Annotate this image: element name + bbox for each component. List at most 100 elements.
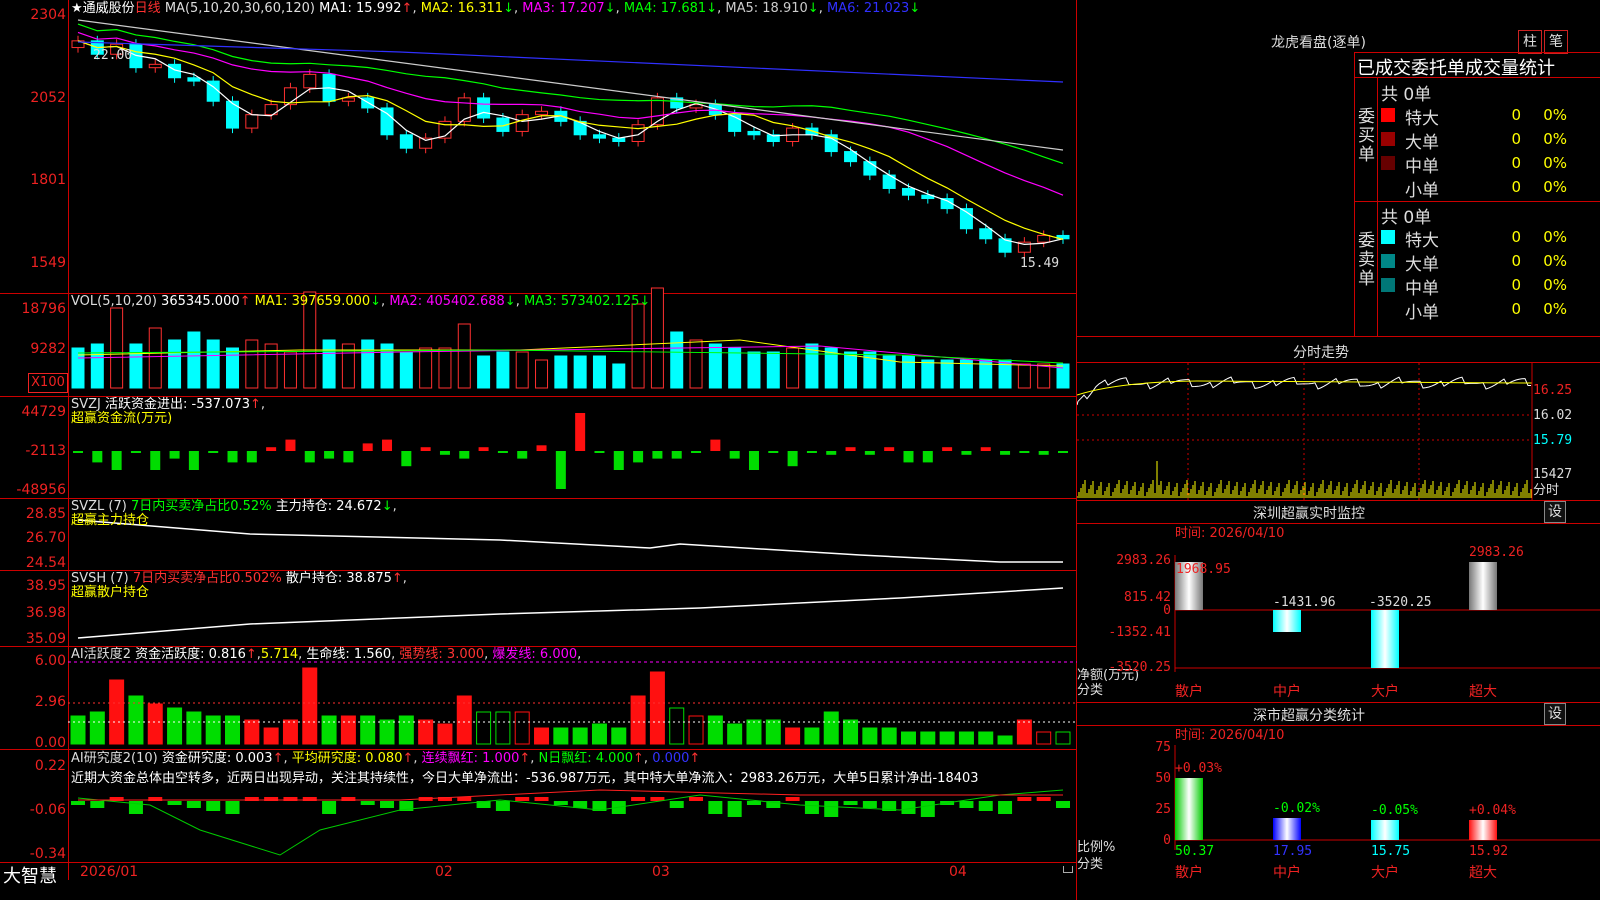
candle <box>477 97 491 119</box>
fund-flow-bar <box>324 451 335 459</box>
fund-flow-bar <box>594 451 605 453</box>
volume-bar <box>844 351 858 389</box>
ai2-research: 资金研究度: 0.003 <box>161 751 273 766</box>
svzl-sub: 超赢主力持仓 <box>71 513 150 528</box>
research-bar <box>727 801 742 817</box>
fund-flow-bar <box>536 445 547 451</box>
main-header: ★通威股份日线 MA(5,10,20,30,60,120) MA1: 15.99… <box>71 1 920 16</box>
svzl-ratio: 7日内买卖净占比0.52% <box>130 499 272 514</box>
research-bar <box>206 801 221 811</box>
activity-bar <box>707 715 723 745</box>
svsh-value: 散户持仓: 38.875 <box>285 571 392 586</box>
x-tick: 2026/01 <box>80 864 139 880</box>
activity-bar <box>785 727 801 745</box>
ma-legend-arrow: ↓ <box>706 1 718 16</box>
period-label[interactable]: 日线 <box>135 1 161 16</box>
classify-y-tick: 25 <box>1155 802 1171 817</box>
ma-legend-item: MA3: 573402.125 <box>523 294 640 309</box>
fund-flow-bar <box>748 451 759 470</box>
volume-bar <box>90 343 104 389</box>
activity-bar <box>862 727 878 745</box>
research-bar <box>457 797 472 801</box>
svzj-arrow: ↑ <box>250 397 261 412</box>
ai2-arrow: ↑ <box>402 751 414 766</box>
fund-flow-bar <box>1038 451 1049 455</box>
volume-bar <box>650 287 664 389</box>
fund-flow-bar <box>208 451 219 453</box>
fund-flow-bar <box>729 451 740 459</box>
x-tick: 02 <box>435 864 453 880</box>
activity-bar <box>476 711 492 745</box>
volume-bar <box>71 347 85 389</box>
lock-icon[interactable] <box>1063 866 1073 873</box>
fund-flow-bar <box>710 439 721 451</box>
fund-flow-bar <box>884 447 895 451</box>
ai1-activity: 资金活跃度: 0.816 <box>135 647 246 662</box>
candle <box>245 114 259 129</box>
fund-flow-bar <box>266 447 277 451</box>
candle <box>631 124 645 143</box>
ai1-burst: 爆发线: 6.000 <box>492 647 578 662</box>
activity-bar <box>282 719 298 745</box>
fund-flow-bar <box>671 451 682 459</box>
research-bar <box>843 801 858 805</box>
ma-legend: MA1: 15.992↑, MA2: 16.311↓, MA3: 17.207↓… <box>319 1 921 16</box>
fund-flow-bar <box>633 451 644 463</box>
ma-legend-item: MA2: 16.311 <box>420 1 504 16</box>
fund-flow-bar <box>188 451 199 470</box>
volume-bar <box>535 359 549 389</box>
activity-bar <box>553 727 569 745</box>
ai2-arrow: ↑ <box>633 751 644 766</box>
volume-bar <box>110 307 124 389</box>
fund-flow-bar <box>922 451 933 463</box>
vol-title: VOL(5,10,20) <box>71 294 157 309</box>
fund-flow-bar <box>787 451 798 467</box>
ai1-b: 5.714 <box>260 647 299 662</box>
research-bar <box>998 801 1013 814</box>
candle <box>148 63 162 69</box>
candle <box>863 161 877 176</box>
activity-bar <box>843 719 859 745</box>
volume-bar <box>940 359 954 389</box>
svsh-sub: 超赢散户持仓 <box>71 585 150 600</box>
fund-flow-bar <box>555 451 566 489</box>
svzl-value: 主力持仓: 24.672 <box>275 499 382 514</box>
svzl-arrow: ↓ <box>381 499 393 514</box>
activity-bar <box>205 715 221 745</box>
stock-name[interactable]: 通威股份 <box>83 1 135 16</box>
volume-bar <box>283 351 297 389</box>
candle <box>380 107 394 136</box>
ai2-arrow: ↑ <box>272 751 284 766</box>
activity-bar <box>688 715 704 745</box>
volume-bar <box>670 331 684 389</box>
ma-legend-arrow: ↓ <box>503 1 514 16</box>
candle <box>515 114 529 132</box>
activity-bar <box>360 715 376 745</box>
activity-bar <box>514 711 530 745</box>
activity-bar <box>340 715 356 745</box>
ma-legend-item: MA1: 15.992 <box>319 1 402 16</box>
research-bar <box>1017 797 1032 801</box>
research-bar <box>1056 801 1070 808</box>
ai1-lifeline: 生命线: 1.560 <box>306 647 392 662</box>
volume-bar <box>361 339 375 389</box>
candle <box>1037 234 1051 243</box>
fund-flow-bar <box>768 451 779 453</box>
fund-flow-bar <box>150 451 161 470</box>
fund-flow-bar <box>343 451 354 463</box>
ma-legend-arrow: ↓ <box>504 294 516 309</box>
ai2-e: 0.000 <box>652 751 690 766</box>
ma4-line <box>77 23 1064 165</box>
classify-y-tick: 0 <box>1163 833 1171 848</box>
ai2-nday: N日飘红: 4.000 <box>538 751 634 766</box>
activity-bar <box>978 731 994 745</box>
fund-flow-bar <box>517 451 528 459</box>
activity-bar <box>823 711 839 745</box>
fund-flow-bar <box>73 451 83 453</box>
research-bar <box>322 801 337 814</box>
fund-flow-bar <box>826 451 837 455</box>
favorite-star-icon[interactable]: ★ <box>71 1 83 16</box>
ai2-note: 近期大资金总体由空转多，近两日出现异动，关注其持续性，今日大单净流出：-536.… <box>71 771 979 786</box>
activity-bar <box>746 719 762 745</box>
fund-flow-bar <box>497 451 508 453</box>
